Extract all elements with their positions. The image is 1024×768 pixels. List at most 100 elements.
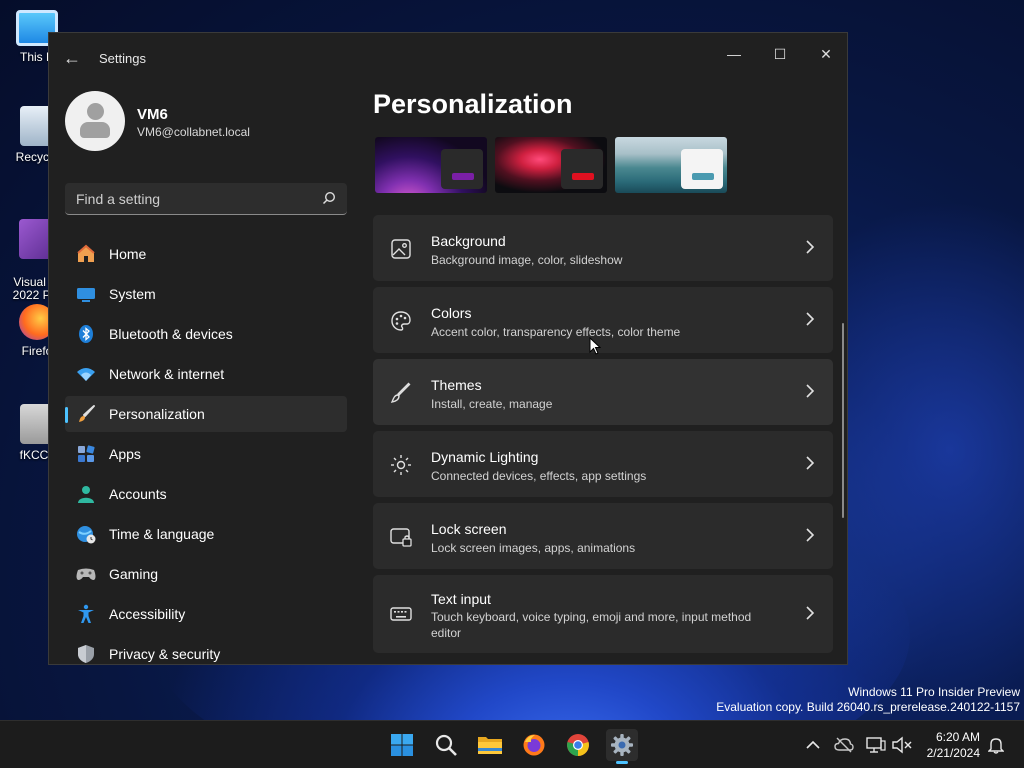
sidebar-item-privacy[interactable]: Privacy & security <box>65 636 347 664</box>
file-explorer-icon <box>478 737 502 754</box>
sidebar-item-network[interactable]: Network & internet <box>65 356 347 392</box>
person-icon <box>75 483 97 505</box>
card-colors[interactable]: Colors Accent color, transparency effect… <box>373 287 833 353</box>
search-icon[interactable] <box>322 191 336 205</box>
nav-list: Home System Bluetooth & devices Network … <box>65 236 347 664</box>
maximize-button[interactable]: ☐ <box>757 39 803 69</box>
sidebar-item-time-language[interactable]: Time & language <box>65 516 347 552</box>
watermark-line2: Evaluation copy. Build 26040.rs_prerelea… <box>716 700 1020 714</box>
scrollbar[interactable] <box>842 323 844 518</box>
theme-thumbnail-flower[interactable] <box>495 137 607 193</box>
brush-icon <box>390 382 411 403</box>
chevron-right-icon <box>806 312 815 326</box>
file-explorer-button[interactable] <box>474 729 506 761</box>
firefox-icon <box>523 734 545 756</box>
chevron-right-icon <box>806 456 815 470</box>
lock-screen-icon <box>390 528 412 547</box>
lighting-icon <box>391 455 411 475</box>
settings-taskbar-button[interactable] <box>606 729 638 764</box>
volume-muted-icon <box>892 736 912 754</box>
card-subtitle: Touch keyboard, voice typing, emoji and … <box>431 610 752 640</box>
card-themes[interactable]: Themes Install, create, manage <box>373 359 833 425</box>
start-icon <box>391 734 413 756</box>
sidebar-item-label: Home <box>109 246 147 262</box>
clock-time: 6:20 AM <box>935 730 980 744</box>
card-title: Dynamic Lighting <box>431 449 539 465</box>
notifications-button[interactable] <box>986 735 1006 755</box>
sidebar-item-label: Personalization <box>109 406 205 422</box>
sidebar-item-gaming[interactable]: Gaming <box>65 556 347 592</box>
evaluation-watermark: Windows 11 Pro Insider Preview Evaluatio… <box>716 685 1020 715</box>
apps-icon <box>75 443 97 465</box>
chevron-up-icon <box>806 740 820 749</box>
close-button[interactable]: ✕ <box>803 39 847 69</box>
palette-icon <box>391 311 411 331</box>
mouse-cursor-icon <box>589 337 601 355</box>
paintbrush-icon <box>75 403 97 425</box>
sidebar-item-label: Gaming <box>109 566 159 582</box>
sidebar-item-label: System <box>109 286 156 302</box>
chevron-right-icon <box>806 384 815 398</box>
card-subtitle: Connected devices, effects, app settings <box>431 469 647 483</box>
chevron-right-icon <box>806 240 815 254</box>
user-name: VM6 <box>137 106 168 123</box>
sidebar-item-system[interactable]: System <box>65 276 347 312</box>
sidebar-item-label: Accessibility <box>109 606 186 622</box>
chrome-button[interactable] <box>562 729 594 761</box>
sidebar-item-label: Privacy & security <box>109 646 221 662</box>
back-button[interactable]: ← <box>61 47 83 69</box>
cloud-offline-icon <box>834 737 854 753</box>
sidebar-item-label: Apps <box>109 446 141 462</box>
card-background[interactable]: Background Background image, color, slid… <box>373 215 833 281</box>
sidebar-item-apps[interactable]: Apps <box>65 436 347 472</box>
accessibility-icon <box>75 603 97 625</box>
bell-icon <box>988 738 1004 754</box>
globe-clock-icon <box>75 523 97 545</box>
sidebar-item-bluetooth[interactable]: Bluetooth & devices <box>65 316 347 352</box>
start-button[interactable] <box>386 729 418 761</box>
avatar <box>65 91 125 151</box>
sidebar-item-label: Time & language <box>109 526 215 542</box>
title-bar[interactable]: ← Settings — ☐ ✕ <box>49 33 847 83</box>
image-icon <box>391 239 411 259</box>
theme-thumbnail-purple[interactable] <box>375 137 487 193</box>
search-icon <box>435 734 457 756</box>
home-icon <box>75 243 97 265</box>
card-dynamic-lighting[interactable]: Dynamic Lighting Connected devices, effe… <box>373 431 833 497</box>
user-profile[interactable]: VM6 VM6@collabnet.local <box>65 89 347 161</box>
card-subtitle: Background image, color, slideshow <box>431 253 623 267</box>
chevron-right-icon <box>806 528 815 542</box>
gamepad-icon <box>75 563 97 585</box>
taskbar: 6:20 AM 2/21/2024 <box>0 720 1024 768</box>
shield-icon <box>75 643 97 664</box>
firefox-button[interactable] <box>518 729 550 761</box>
network-icon <box>866 737 886 753</box>
monitor-icon <box>75 283 97 305</box>
card-subtitle: Lock screen images, apps, animations <box>431 541 636 555</box>
onedrive-tray-button[interactable] <box>834 735 854 755</box>
theme-thumbnail-beach[interactable] <box>615 137 727 193</box>
card-lock-screen[interactable]: Lock screen Lock screen images, apps, an… <box>373 503 833 569</box>
sidebar-item-accessibility[interactable]: Accessibility <box>65 596 347 632</box>
show-hidden-icons-button[interactable] <box>803 735 823 755</box>
settings-window: ← Settings — ☐ ✕ VM6 VM6@collabnet.local… <box>48 32 848 665</box>
sidebar-item-accounts[interactable]: Accounts <box>65 476 347 512</box>
taskbar-search-button[interactable] <box>430 729 462 761</box>
card-text-input[interactable]: Text input Touch keyboard, voice typing,… <box>373 575 833 653</box>
wifi-icon <box>75 363 97 385</box>
chrome-icon <box>567 734 589 756</box>
clock[interactable]: 6:20 AM 2/21/2024 <box>918 729 980 761</box>
theme-accent-swatch <box>572 173 594 180</box>
search-input[interactable] <box>65 183 347 214</box>
card-title: Lock screen <box>431 521 507 537</box>
sidebar-item-personalization[interactable]: Personalization <box>65 396 347 432</box>
volume-tray-button[interactable] <box>892 735 912 755</box>
minimize-button[interactable]: — <box>711 39 757 69</box>
watermark-line1: Windows 11 Pro Insider Preview <box>848 685 1020 699</box>
card-subtitle: Accent color, transparency effects, colo… <box>431 325 681 339</box>
bluetooth-icon <box>75 323 97 345</box>
sidebar-item-home[interactable]: Home <box>65 236 347 272</box>
network-tray-button[interactable] <box>866 735 886 755</box>
page-title: Personalization <box>373 89 573 119</box>
main-content: Personalization Background Background im… <box>373 89 833 659</box>
